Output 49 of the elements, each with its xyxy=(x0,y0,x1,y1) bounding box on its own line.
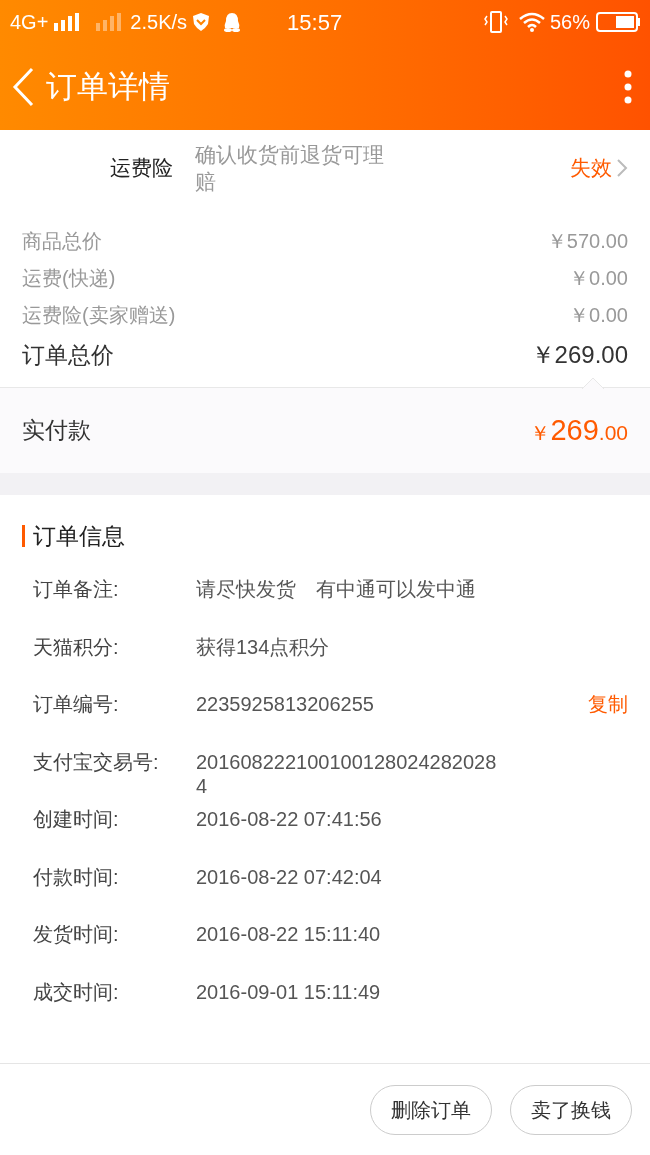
info-label: 支付宝交易号: xyxy=(33,749,160,774)
insurance-description: 确认收货前退货可理赔 xyxy=(195,142,385,195)
info-value: 2016-08-22 15:11:40 xyxy=(196,922,382,946)
signal-icon xyxy=(96,13,123,31)
more-icon xyxy=(624,70,632,104)
insurance-row[interactable]: 运费险 确认收货前退货可理赔 失效 xyxy=(0,130,650,206)
clock-time: 15:57 xyxy=(287,8,343,37)
price-label: 商品总价 xyxy=(22,228,102,254)
info-value: 获得134点积分 xyxy=(196,634,331,659)
section-title: 订单信息 xyxy=(33,521,125,551)
info-label: 成交时间: xyxy=(33,979,120,1004)
order-total-label: 订单总价 xyxy=(22,340,114,370)
info-label: 发货时间: xyxy=(33,922,120,946)
info-label: 创建时间: xyxy=(33,807,120,831)
shield-icon xyxy=(191,12,212,32)
info-value: 2235925813206255 xyxy=(196,692,375,716)
insurance-label: 运费险 xyxy=(110,155,173,182)
info-label: 订单编号: xyxy=(33,692,120,716)
network-speed: 2.5K/s xyxy=(130,10,188,35)
action-button[interactable]: 删除订单 xyxy=(370,1084,492,1135)
wifi-icon xyxy=(517,12,546,32)
price-value: ￥0.00 xyxy=(569,302,628,328)
battery-percent: 56% xyxy=(549,10,590,35)
price-value: ￥0.00 xyxy=(569,265,628,291)
paid-amount: ￥269.00 xyxy=(530,412,628,448)
vibrate-icon xyxy=(483,11,508,33)
signal-icon xyxy=(54,13,81,31)
info-value: 请尽快发货 有中通可以发中通 xyxy=(196,577,477,601)
paid-label: 实付款 xyxy=(22,416,91,446)
network-type: 4G+ xyxy=(10,10,49,35)
info-label: 付款时间: xyxy=(33,864,120,889)
info-value: 2016-08-22 07:42:04 xyxy=(196,864,383,889)
price-label: 运费(快递) xyxy=(22,265,116,291)
insurance-status: 失效 xyxy=(570,155,612,182)
action-button[interactable]: 卖了换钱 xyxy=(510,1084,632,1135)
info-value: 2016-09-01 15:11:49 xyxy=(196,979,382,1004)
info-label: 订单备注: xyxy=(33,577,120,601)
info-value: 2016-08-22 07:41:56 xyxy=(196,807,383,831)
penguin-icon xyxy=(223,12,242,32)
price-value: ￥570.00 xyxy=(546,228,628,254)
info-label: 天猫积分: xyxy=(33,634,120,659)
chevron-icon xyxy=(616,158,628,178)
order-total-value: ￥269.00 xyxy=(530,340,628,370)
battery-icon xyxy=(596,12,640,32)
section-marker xyxy=(22,525,25,547)
price-label: 运费险(卖家赠送) xyxy=(22,302,176,328)
page-title: 订单详情 xyxy=(46,67,170,106)
info-value: 2016082221001001280242820284 xyxy=(196,749,498,798)
back-icon xyxy=(12,67,34,107)
